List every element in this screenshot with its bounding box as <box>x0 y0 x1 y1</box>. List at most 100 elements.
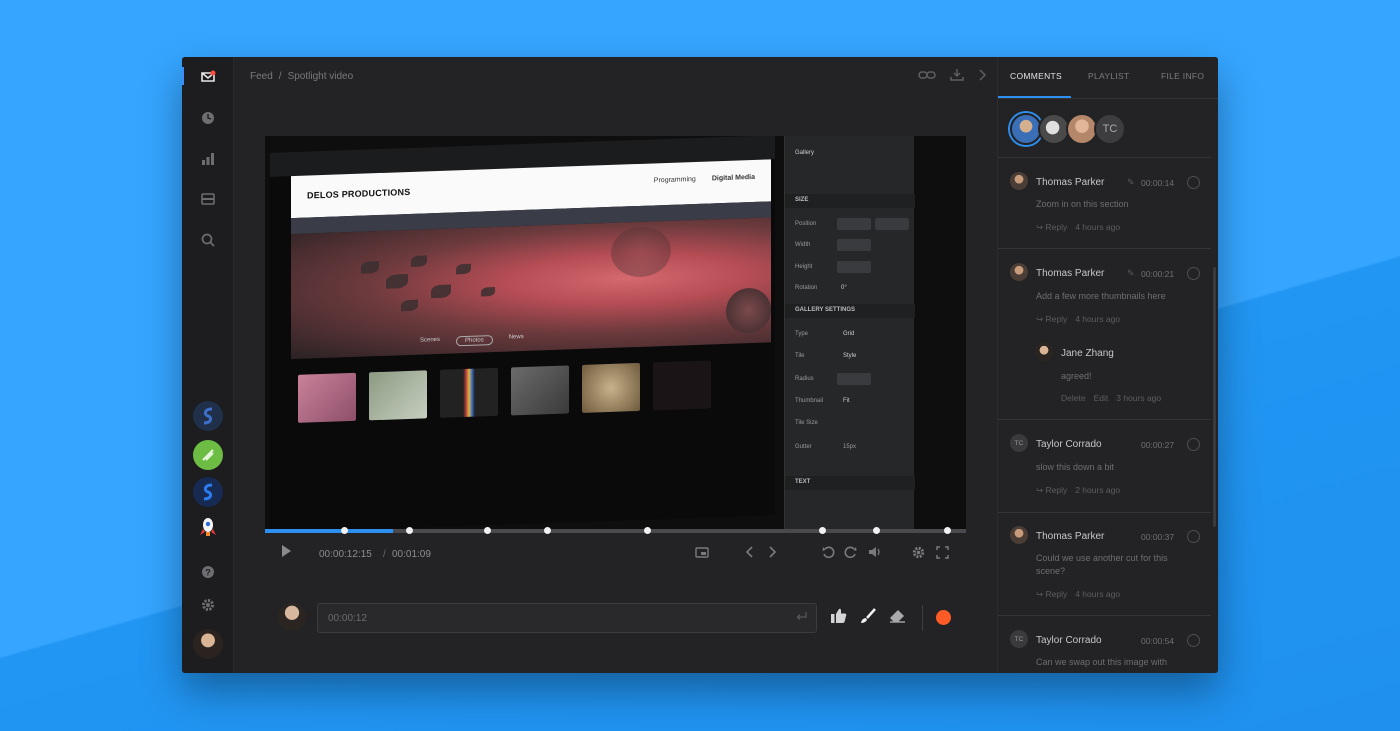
timeline-scrubber[interactable] <box>265 527 966 534</box>
panel-gutter-label: Gutter <box>795 444 812 450</box>
panel-rotation-value: 0° <box>841 285 847 291</box>
download-icon[interactable] <box>950 69 964 84</box>
panel-rotation-label: Rotation <box>795 285 818 291</box>
comment-ago: 2 hours ago <box>1075 485 1121 495</box>
comment-avatar <box>1010 263 1028 281</box>
total-time: 00:01:09 <box>392 549 431 560</box>
brush-icon[interactable] <box>860 608 876 628</box>
comment-input[interactable] <box>317 603 817 633</box>
workspace-app-4[interactable] <box>193 513 223 543</box>
clock-icon[interactable] <box>196 106 220 130</box>
help-icon[interactable]: ? <box>196 560 220 584</box>
reply-label: Reply <box>1045 589 1068 599</box>
fullscreen-icon[interactable] <box>936 546 949 562</box>
forward-icon[interactable] <box>844 546 857 562</box>
design-panel: Gallery SIZE Position Width Height Rotat… <box>784 136 915 529</box>
settings-icon[interactable] <box>196 593 220 617</box>
next-icon[interactable] <box>768 546 777 561</box>
panel-type-label: Type <box>795 331 809 337</box>
comment-marker[interactable] <box>544 527 551 534</box>
comment-marker[interactable] <box>818 527 826 534</box>
resolve-checkbox[interactable] <box>1187 176 1200 189</box>
search-icon[interactable] <box>196 228 220 252</box>
breadcrumb-separator: / <box>278 71 282 82</box>
reply-link[interactable]: ↪ Reply <box>1036 589 1067 600</box>
comment-marker[interactable] <box>944 527 952 534</box>
chart-icon[interactable] <box>196 147 220 171</box>
delete-link[interactable]: Delete <box>1061 393 1086 403</box>
comment-timestamp[interactable]: 00:00:54 <box>1141 636 1174 646</box>
inbox-icon[interactable] <box>196 187 220 211</box>
comment-author: Thomas Parker <box>1036 177 1105 188</box>
panel-tabs: COMMENTS PLAYLIST FILE INFO <box>998 57 1218 99</box>
link-icon[interactable] <box>918 69 936 84</box>
panel-type-value: Grid <box>843 331 855 337</box>
comment-meta: ↪ Reply 4 hours ago <box>1036 589 1120 600</box>
reply-label: Reply <box>1045 222 1068 232</box>
play-icon[interactable] <box>281 545 291 560</box>
tab-file-info[interactable]: FILE INFO <box>1161 71 1204 81</box>
site-nav-item: Programming <box>653 175 696 185</box>
record-icon[interactable] <box>936 610 951 625</box>
edit-icon[interactable]: ✎ <box>1127 268 1135 279</box>
comment-text: Could we use another cut for this scene? <box>1036 553 1168 576</box>
comment-timestamp[interactable]: 00:00:37 <box>1141 532 1174 542</box>
volume-icon[interactable] <box>868 546 882 561</box>
thumbs-up-icon[interactable] <box>831 608 847 627</box>
viewer-avatar[interactable]: TC <box>1094 113 1126 145</box>
eraser-icon[interactable] <box>889 608 906 627</box>
comment-meta: ↪ Reply 2 hours ago <box>1036 485 1120 496</box>
commenter-avatar <box>278 603 306 631</box>
reply-link[interactable]: ↪ Reply <box>1036 314 1067 325</box>
resolve-checkbox[interactable] <box>1187 438 1200 451</box>
screen-icon[interactable] <box>695 546 709 561</box>
comment-timestamp[interactable]: 00:00:14 <box>1141 178 1174 188</box>
edit-link[interactable]: Edit <box>1094 393 1109 403</box>
svg-text:?: ? <box>205 568 211 578</box>
workspace-app-3[interactable] <box>193 477 223 507</box>
resolve-checkbox[interactable] <box>1187 530 1200 543</box>
gear-icon[interactable] <box>912 546 925 562</box>
tab-comments[interactable]: COMMENTS <box>1010 71 1062 81</box>
panel-tile-size-label: Tile Size <box>795 420 818 426</box>
workspace-app-2[interactable] <box>193 440 223 470</box>
rewind-icon[interactable] <box>822 546 835 562</box>
resolve-checkbox[interactable] <box>1187 634 1200 647</box>
comment-marker[interactable] <box>643 527 651 534</box>
comment-timestamp[interactable]: 00:00:27 <box>1141 440 1174 450</box>
comment-marker[interactable] <box>340 527 348 534</box>
prev-icon[interactable] <box>745 546 754 561</box>
enter-icon[interactable] <box>796 612 807 624</box>
reply-link[interactable]: ↪ Reply <box>1036 222 1067 233</box>
panel-tile-value: Style <box>843 353 857 359</box>
tab-playlist[interactable]: PLAYLIST <box>1088 71 1129 81</box>
comment-text: Can we swap out this image with <box>1036 657 1168 667</box>
comment-marker[interactable] <box>484 527 492 534</box>
logo-icon[interactable] <box>196 65 220 89</box>
chevron-right-icon[interactable] <box>978 69 987 84</box>
comment-text: Add a few more thumbnails here <box>1036 291 1166 301</box>
comments-scrollbar[interactable] <box>1213 267 1216 527</box>
breadcrumb-root[interactable]: Feed <box>250 71 273 82</box>
panel-thumbnail-label: Thumbnail <box>795 398 824 404</box>
comment-marker[interactable] <box>873 527 881 534</box>
comment-timestamp[interactable]: 00:00:21 <box>1141 269 1174 279</box>
edit-icon[interactable]: ✎ <box>1127 177 1135 188</box>
thumbnail <box>369 370 427 421</box>
thumbnail <box>440 367 498 418</box>
comment-author: Thomas Parker <box>1036 268 1105 279</box>
user-avatar[interactable] <box>193 629 223 659</box>
viewer-avatars: TC <box>1010 113 1126 145</box>
resolve-checkbox[interactable] <box>1187 267 1200 280</box>
toolbar-divider <box>922 605 923 631</box>
panel-gallery-settings-header: GALLERY SETTINGS <box>785 304 915 318</box>
video-player[interactable]: DELOS PRODUCTIONS Programming Digital Me… <box>265 136 966 529</box>
panel-gutter-value: 15px <box>843 444 857 450</box>
workspace-app-1[interactable] <box>193 401 223 431</box>
panel-position-label: Position <box>795 221 817 227</box>
timeline-progress <box>265 529 394 533</box>
top-actions <box>918 69 987 84</box>
reply-link[interactable]: ↪ Reply <box>1036 485 1067 496</box>
comment-text: Zoom in on this section <box>1036 199 1129 209</box>
comment-marker[interactable] <box>405 527 413 534</box>
